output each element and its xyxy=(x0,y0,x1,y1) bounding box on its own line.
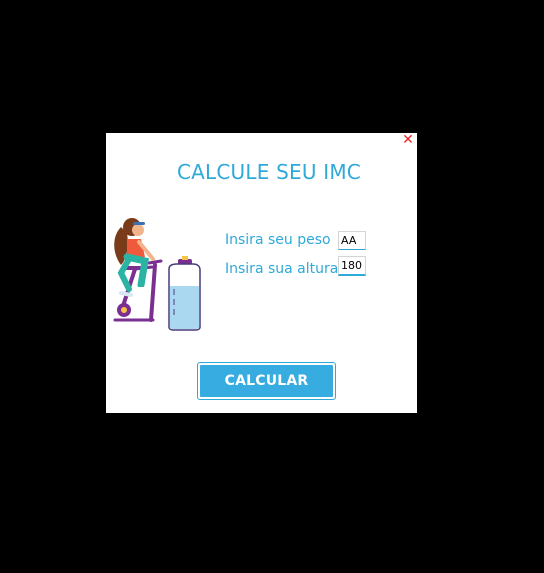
peso-label: Insira seu peso xyxy=(225,232,331,248)
calcular-button-label: CALCULAR xyxy=(200,365,333,397)
page-title: CALCULE SEU IMC xyxy=(177,160,361,184)
woman-on-exercise-bike-illustration xyxy=(107,209,202,331)
close-icon[interactable]: ✕ xyxy=(401,133,415,147)
peso-input[interactable] xyxy=(338,231,366,250)
altura-label: Insira sua altura xyxy=(225,261,339,277)
imc-window: ✕ CALCULE SEU IMC Insira seu peso AA Ins… xyxy=(106,133,417,413)
altura-input[interactable] xyxy=(338,256,366,276)
calcular-button[interactable]: CALCULAR xyxy=(197,362,336,400)
